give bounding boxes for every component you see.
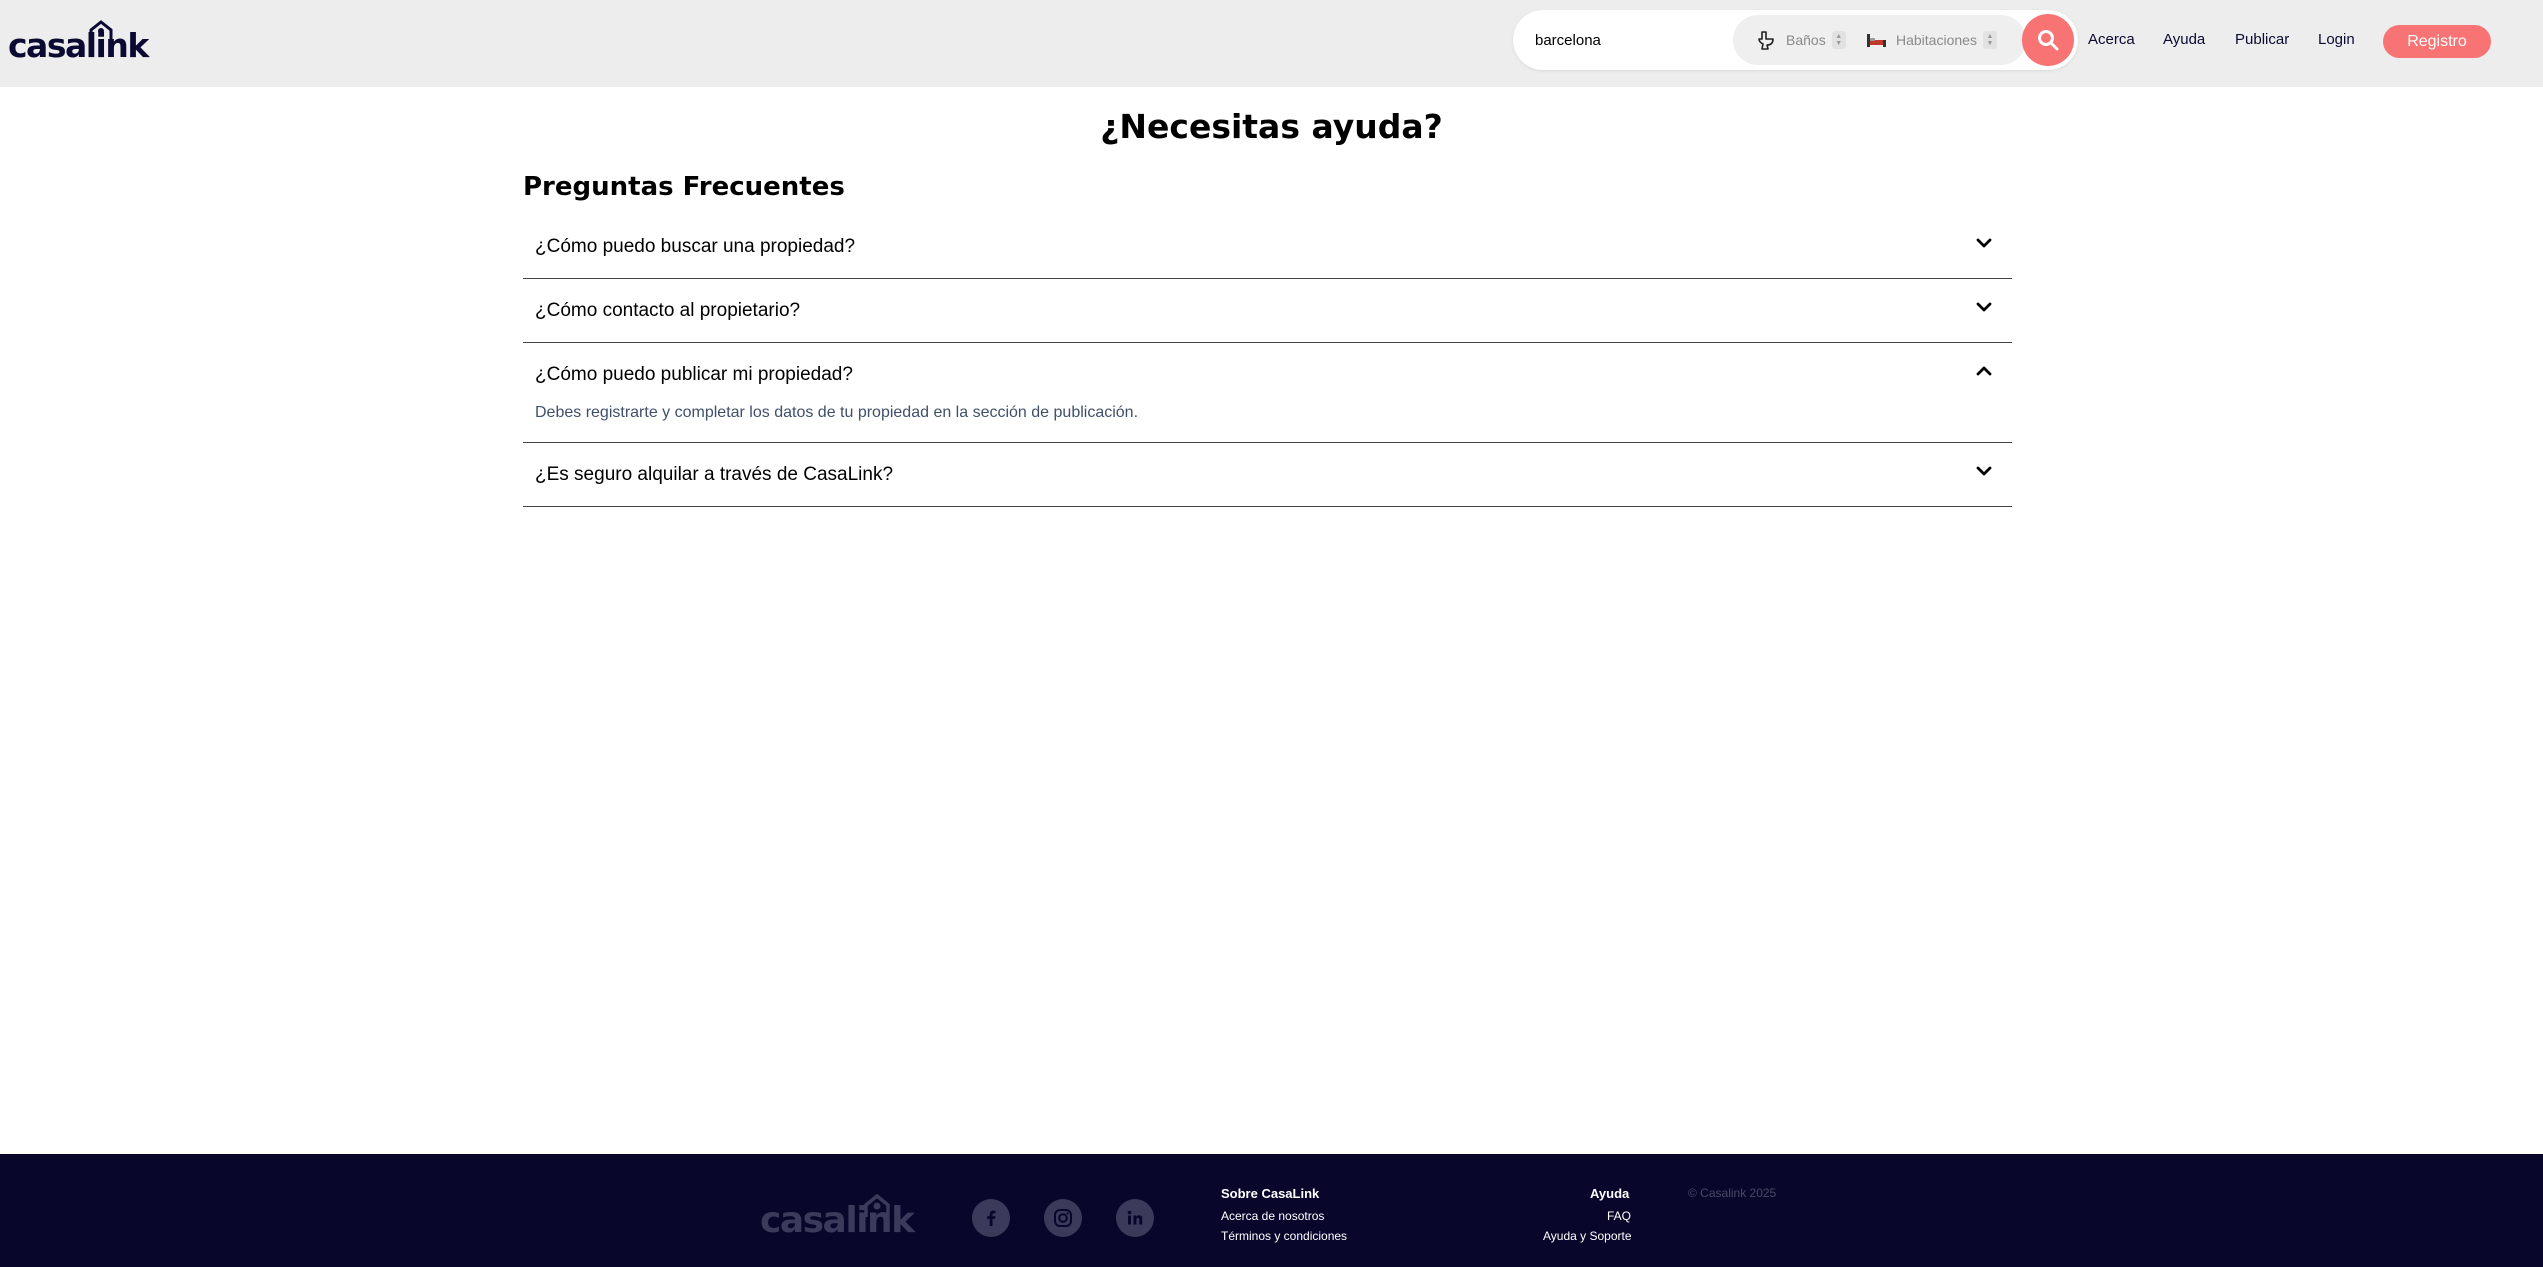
stepper-up-icon[interactable]: ▲ xyxy=(1986,33,1993,40)
instagram-icon[interactable] xyxy=(1044,1199,1082,1237)
stepper-up-icon[interactable]: ▲ xyxy=(1835,33,1842,40)
casalink-logo[interactable]: casalink xyxy=(8,20,149,65)
linkedin-glyph xyxy=(1127,1210,1143,1225)
stepper-down-icon[interactable]: ▼ xyxy=(1986,40,1993,47)
baths-filter-label: Baños xyxy=(1786,32,1826,48)
baths-filter[interactable]: Baños ▲ ▼ xyxy=(1755,15,1846,65)
faq-question-toggle[interactable]: ¿Es seguro alquilar a través de CasaLink… xyxy=(523,443,2012,506)
footer-link-faq[interactable]: FAQ xyxy=(1607,1209,1631,1223)
faq-question-toggle[interactable]: ¿Cómo puedo publicar mi propiedad? xyxy=(523,343,2012,406)
rooms-filter-label: Habitaciones xyxy=(1896,32,1977,48)
chevron-down-icon[interactable] xyxy=(1974,233,1994,253)
faq-accordion: ¿Cómo puedo buscar una propiedad? ¿Cómo … xyxy=(523,215,2012,507)
faq-item: ¿Cómo contacto al propietario? xyxy=(523,279,2012,343)
faq-question-text: ¿Cómo puedo buscar una propiedad? xyxy=(535,235,856,257)
faq-item: ¿Es seguro alquilar a través de CasaLink… xyxy=(523,443,2012,507)
faq-question-toggle[interactable]: ¿Cómo puedo buscar una propiedad? xyxy=(523,215,2012,278)
bed-icon xyxy=(1865,29,1887,51)
rooms-stepper[interactable]: ▲ ▼ xyxy=(1982,31,1997,49)
search-bar: Baños ▲ ▼ Habitaciones ▲ xyxy=(1513,10,2078,70)
nav-acerca-link[interactable]: Acerca xyxy=(2088,31,2135,48)
footer-help-title: Ayuda xyxy=(1590,1186,1630,1201)
footer-link-support[interactable]: Ayuda y Soporte xyxy=(1543,1229,1632,1243)
faq-item-expanded: ¿Cómo puedo publicar mi propiedad? Debes… xyxy=(523,343,2012,443)
faq-question-toggle[interactable]: ¿Cómo contacto al propietario? xyxy=(523,279,2012,342)
facebook-icon[interactable] xyxy=(972,1199,1010,1237)
chevron-down-icon[interactable] xyxy=(1974,297,1994,317)
site-footer: casalink Sobre CasaLink Acerca de nosotr… xyxy=(0,1154,2543,1267)
rooms-filter[interactable]: Habitaciones ▲ ▼ xyxy=(1865,15,1997,65)
toilet-icon xyxy=(1755,29,1777,51)
search-button[interactable] xyxy=(2022,14,2074,66)
faq-question-text: ¿Cómo puedo publicar mi propiedad? xyxy=(535,363,853,385)
instagram-glyph xyxy=(1054,1209,1072,1227)
stepper-down-icon[interactable]: ▼ xyxy=(1835,40,1842,47)
faq-section-title: Preguntas Frecuentes xyxy=(523,172,845,202)
search-icon xyxy=(2038,30,2059,51)
footer-logo[interactable]: casalink xyxy=(760,1192,925,1242)
linkedin-icon[interactable] xyxy=(1116,1199,1154,1237)
footer-copyright: © Casalink 2025 xyxy=(1688,1186,1777,1200)
nav-login-link[interactable]: Login xyxy=(2318,31,2355,48)
page-title: ¿Necesitas ayuda? xyxy=(1100,107,1443,146)
baths-stepper[interactable]: ▲ ▼ xyxy=(1831,31,1846,49)
chevron-down-icon[interactable] xyxy=(1974,461,1994,481)
facebook-glyph xyxy=(987,1210,996,1226)
house-logo-icon xyxy=(89,20,113,40)
location-search-input[interactable] xyxy=(1535,24,1725,56)
top-header: casalink Baños ▲ ▼ xyxy=(0,0,2543,87)
faq-item: ¿Cómo puedo buscar una propiedad? xyxy=(523,215,2012,279)
filters-group: Baños ▲ ▼ Habitaciones ▲ ▼ xyxy=(1733,15,2026,65)
house-logo-icon xyxy=(864,1193,890,1217)
register-button[interactable]: Registro xyxy=(2383,25,2491,58)
footer-link-about-us[interactable]: Acerca de nosotros xyxy=(1221,1209,1324,1223)
faq-answer-text: Debes registrarte y completar los datos … xyxy=(535,404,1139,421)
nav-publicar-link[interactable]: Publicar xyxy=(2235,31,2289,48)
faq-question-text: ¿Cómo contacto al propietario? xyxy=(535,299,801,321)
faq-question-text: ¿Es seguro alquilar a través de CasaLink… xyxy=(535,463,894,485)
footer-link-terms[interactable]: Términos y condiciones xyxy=(1221,1229,1347,1243)
footer-about-title: Sobre CasaLink xyxy=(1221,1186,1320,1201)
chevron-up-icon[interactable] xyxy=(1974,361,1994,381)
nav-ayuda-link[interactable]: Ayuda xyxy=(2163,31,2205,48)
